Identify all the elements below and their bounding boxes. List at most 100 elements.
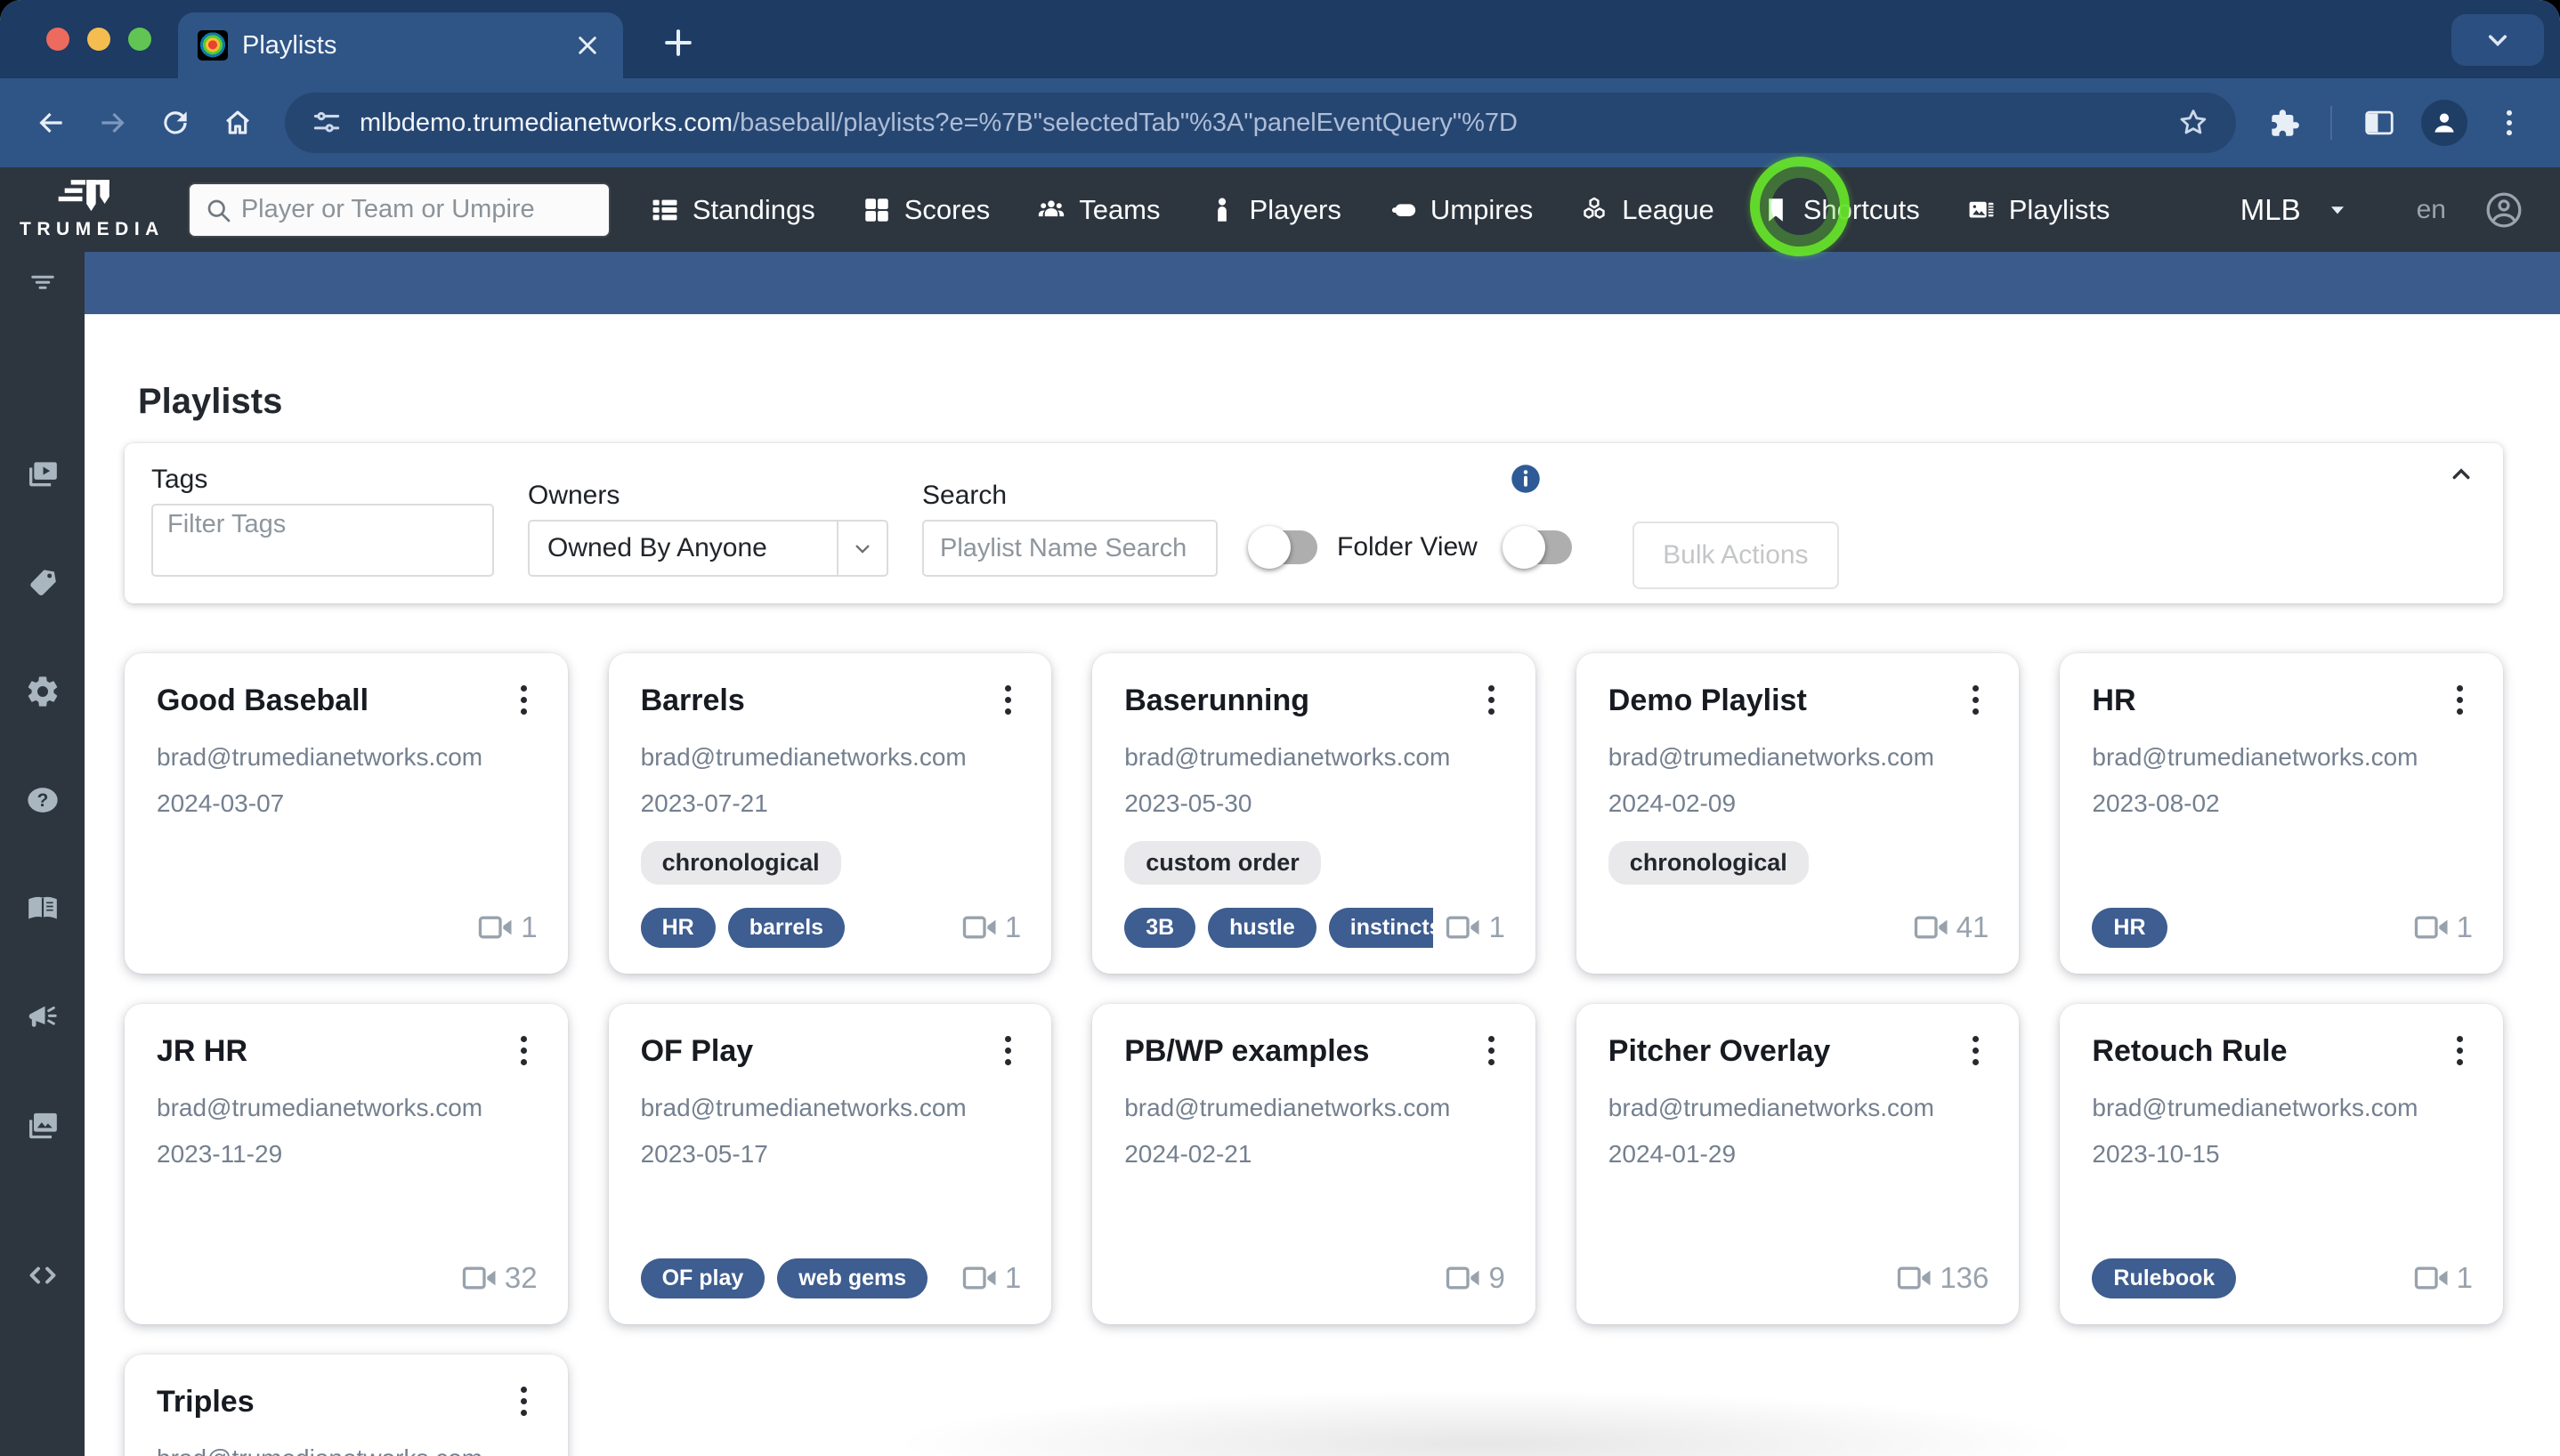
playlist-card[interactable]: Barrels brad@trumedianetworks.com 2023-0…	[609, 653, 1052, 974]
megaphone-icon[interactable]	[25, 999, 61, 1035]
playlist-search-input[interactable]	[922, 520, 1218, 577]
order-pill: chronological	[1608, 841, 1809, 885]
kebab-menu-icon[interactable]	[2446, 684, 2473, 720]
kebab-menu-icon[interactable]	[511, 1385, 538, 1421]
chevron-down-icon	[850, 536, 875, 561]
nav-item-shortcuts[interactable]: Shortcuts	[1761, 194, 1920, 226]
playlist-card[interactable]: Baserunning brad@trumedianetworks.com 20…	[1092, 653, 1535, 974]
kebab-menu-icon[interactable]	[994, 684, 1021, 720]
video-count: 1	[1446, 910, 1504, 944]
browser-toolbar: mlbdemo.trumedianetworks.com/baseball/pl…	[0, 78, 2560, 167]
league-selector[interactable]: MLB	[2240, 193, 2349, 227]
address-bar[interactable]: mlbdemo.trumedianetworks.com/baseball/pl…	[285, 93, 2236, 153]
tag-pills: HRbarrels	[641, 908, 846, 948]
gallery-icon[interactable]	[25, 1108, 61, 1144]
playlist-card[interactable]: HR brad@trumedianetworks.com 2023-08-02 …	[2060, 653, 2503, 974]
new-tab-button[interactable]	[659, 23, 698, 62]
kebab-menu-icon[interactable]	[2446, 1034, 2473, 1071]
extensions-icon[interactable]	[2263, 102, 2304, 143]
video-count: 9	[1446, 1261, 1504, 1295]
folder-view-toggle[interactable]	[1252, 530, 1317, 564]
nav-item-umpires[interactable]: Umpires	[1388, 194, 1533, 226]
site-info-icon[interactable]	[310, 106, 344, 140]
bulk-actions-button[interactable]: Bulk Actions	[1632, 522, 1839, 589]
tab-search-button[interactable]	[2451, 14, 2544, 66]
trumedia-logo[interactable]: TRUMEDIA	[0, 179, 188, 240]
kebab-menu-icon[interactable]	[1478, 1034, 1505, 1071]
tag-pill: HR	[2092, 908, 2167, 948]
nav-item-teams[interactable]: Teams	[1036, 194, 1160, 226]
account-icon[interactable]	[2483, 190, 2524, 231]
bookmark-star-icon[interactable]	[2175, 105, 2211, 141]
tag-pills: HR	[2092, 908, 2167, 948]
help-icon[interactable]: ?	[25, 782, 61, 818]
tag-pills: 3Bhustleinstincts	[1124, 908, 1433, 948]
league-selector-value: MLB	[2240, 193, 2301, 227]
owners-select[interactable]: Owned By Anyone	[528, 520, 888, 577]
tag-icon[interactable]	[25, 565, 61, 601]
bulk-actions-toggle[interactable]	[1506, 530, 1572, 564]
kebab-menu-icon[interactable]	[994, 1034, 1021, 1071]
kebab-menu-icon[interactable]	[511, 684, 538, 720]
search-input[interactable]	[241, 195, 595, 224]
forward-button[interactable]	[93, 102, 134, 143]
nav-item-league[interactable]: League	[1579, 194, 1713, 226]
language-selector[interactable]: en	[2417, 195, 2446, 225]
tags-filter-input[interactable]	[151, 504, 494, 577]
playlist-title: OF Play	[641, 1034, 995, 1069]
browser-profile-avatar[interactable]	[2421, 100, 2467, 146]
nav-item-scores[interactable]: Scores	[862, 194, 990, 226]
playlist-title: HR	[2092, 684, 2446, 718]
nav-item-standings[interactable]: Standings	[650, 194, 815, 226]
filter-icon[interactable]	[27, 266, 59, 298]
tag-pill: web gems	[777, 1258, 928, 1298]
playlist-card[interactable]: Good Baseball brad@trumedianetworks.com …	[125, 653, 568, 974]
tag-pill: hustle	[1208, 908, 1316, 948]
playlist-owner: brad@trumedianetworks.com	[2092, 743, 2473, 772]
playlist-card[interactable]: Triples brad@trumedianetworks.com	[125, 1355, 568, 1456]
playlist-card[interactable]: Retouch Rule brad@trumedianetworks.com 2…	[2060, 1004, 2503, 1324]
info-icon[interactable]	[1510, 463, 1542, 495]
playlist-card[interactable]: JR HR brad@trumedianetworks.com 2023-11-…	[125, 1004, 568, 1324]
global-search[interactable]	[188, 182, 611, 238]
browser-tab[interactable]: Playlists	[178, 12, 623, 78]
home-button[interactable]	[217, 102, 258, 143]
window-controls[interactable]	[46, 28, 151, 51]
video-count: 1	[962, 1261, 1021, 1295]
url-text[interactable]: mlbdemo.trumedianetworks.com/baseball/pl…	[360, 109, 2159, 138]
video-playlist-icon[interactable]	[25, 457, 61, 492]
playlist-date: 2024-02-09	[1608, 789, 1989, 818]
nav-item-playlists[interactable]: Playlists	[1966, 194, 2110, 226]
book-icon[interactable]	[25, 891, 61, 926]
video-count: 1	[2414, 1261, 2473, 1295]
playlist-title: Retouch Rule	[2092, 1034, 2446, 1069]
gear-icon[interactable]	[25, 674, 61, 709]
browser-menu-icon[interactable]	[2489, 102, 2530, 143]
playlist-card[interactable]: OF Play brad@trumedianetworks.com 2023-0…	[609, 1004, 1052, 1324]
kebab-menu-icon[interactable]	[1478, 684, 1505, 720]
tag-pill: HR	[641, 908, 716, 948]
maximize-window-button[interactable]	[128, 28, 151, 51]
collapse-panel-icon[interactable]	[2446, 459, 2476, 489]
playlist-date: 2024-01-29	[1608, 1140, 1989, 1169]
playlist-card[interactable]: PB/WP examples brad@trumedianetworks.com…	[1092, 1004, 1535, 1324]
playlist-title: Barrels	[641, 684, 995, 718]
side-panel-icon[interactable]	[2359, 102, 2400, 143]
kebab-menu-icon[interactable]	[1962, 1034, 1989, 1071]
reload-button[interactable]	[155, 102, 196, 143]
kebab-menu-icon[interactable]	[511, 1034, 538, 1071]
tab-close-icon[interactable]	[571, 29, 604, 61]
close-window-button[interactable]	[46, 28, 69, 51]
kebab-menu-icon[interactable]	[1962, 684, 1989, 720]
app-navbar: TRUMEDIA Standings Scores Teams Players …	[0, 167, 2560, 252]
code-icon[interactable]	[25, 1258, 61, 1293]
nav-item-players[interactable]: Players	[1207, 194, 1341, 226]
video-count: 1	[478, 910, 537, 944]
back-button[interactable]	[30, 102, 71, 143]
playlist-card[interactable]: Pitcher Overlay brad@trumedianetworks.co…	[1576, 1004, 2020, 1324]
minimize-window-button[interactable]	[87, 28, 110, 51]
video-camera-icon	[962, 1265, 998, 1291]
video-count: 136	[1897, 1261, 1989, 1295]
playlist-title: Demo Playlist	[1608, 684, 1963, 718]
playlist-card[interactable]: Demo Playlist brad@trumedianetworks.com …	[1576, 653, 2020, 974]
